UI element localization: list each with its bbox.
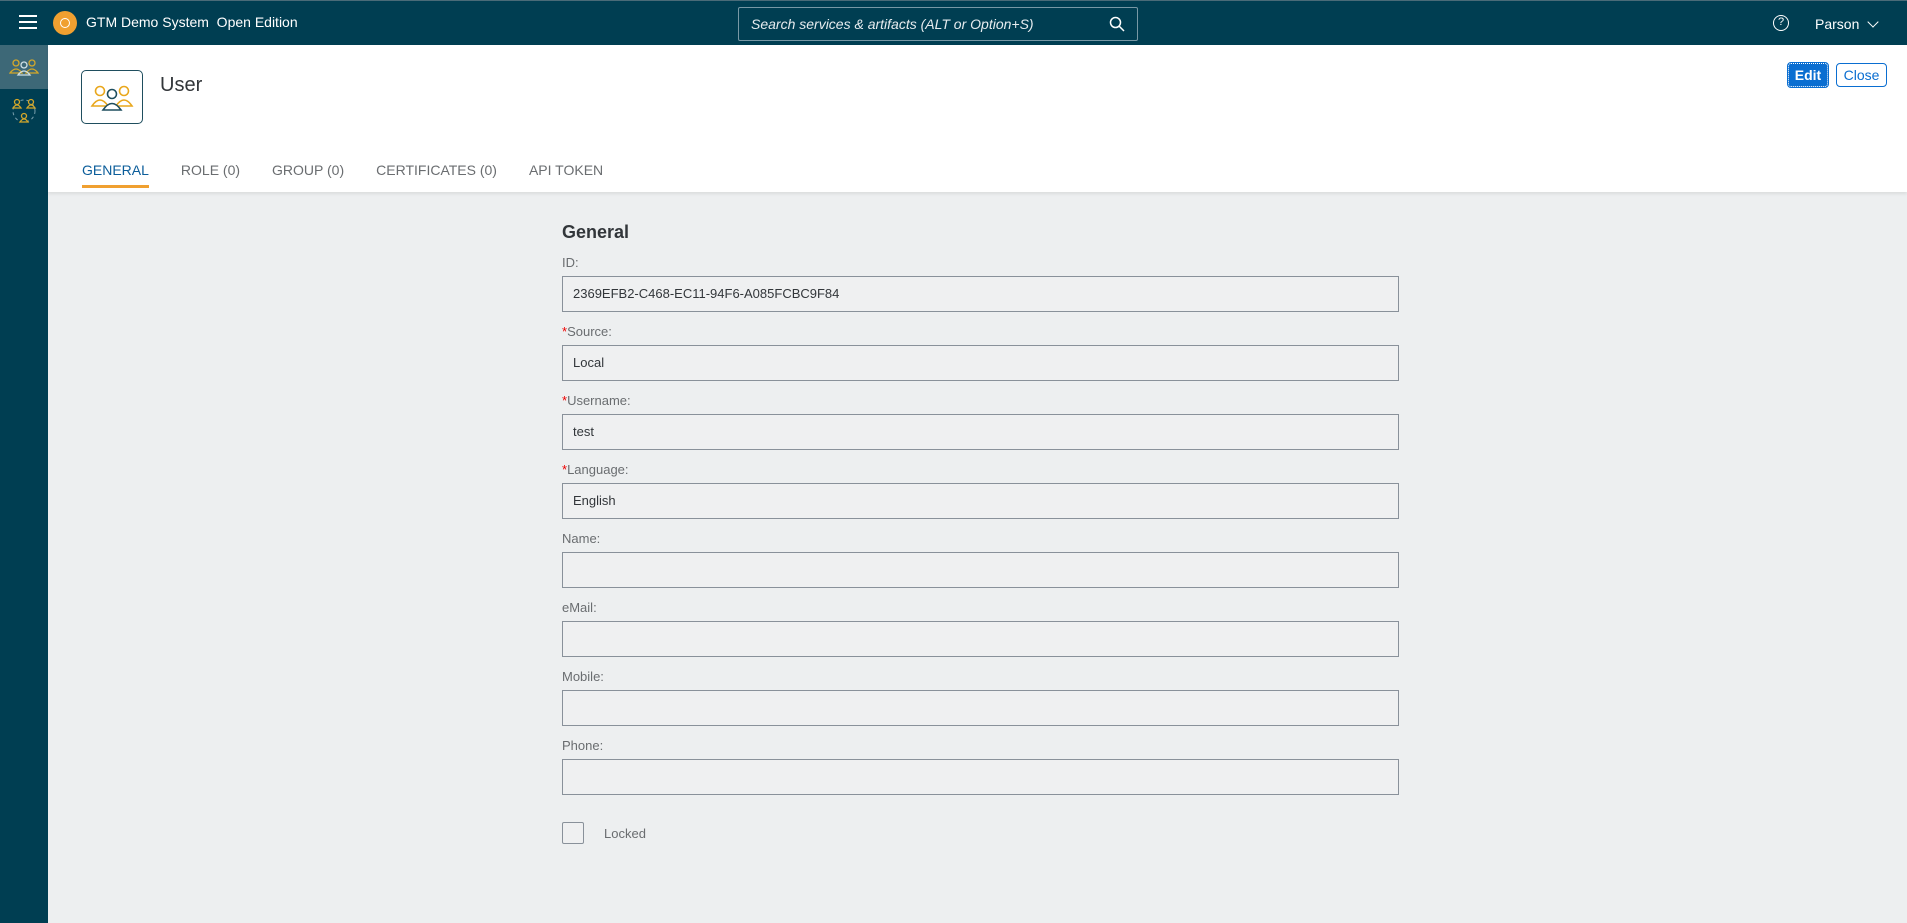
sidenav-item-users[interactable] — [0, 45, 48, 89]
field-label-text: Username: — [567, 393, 631, 408]
field-label-text: Phone: — [562, 738, 604, 753]
field-label: *Username: — [562, 393, 1399, 408]
field-label-text: eMail: — [562, 600, 597, 615]
locked-row: Locked — [562, 822, 1399, 844]
field-username: *Username: test — [562, 393, 1399, 450]
tab-role[interactable]: ROLE (0) — [181, 162, 240, 188]
users-icon — [9, 59, 39, 76]
search-input[interactable]: Search services & artifacts (ALT or Opti… — [738, 7, 1138, 41]
locked-label: Locked — [604, 825, 646, 841]
language-input[interactable]: English — [562, 483, 1399, 519]
email-input[interactable] — [562, 621, 1399, 657]
field-label-text: Language: — [567, 462, 629, 477]
logo-icon — [53, 11, 77, 35]
field-label: eMail: — [562, 600, 1399, 615]
users-icon — [90, 85, 134, 111]
phone-input[interactable] — [562, 759, 1399, 795]
field-mobile: Mobile: — [562, 669, 1399, 726]
page-title: User — [160, 74, 203, 96]
name-input[interactable] — [562, 552, 1399, 588]
source-input[interactable]: Local — [562, 345, 1399, 381]
user-menu[interactable]: Parson — [1815, 16, 1880, 32]
menu-icon[interactable] — [19, 15, 37, 30]
field-label: ID: — [562, 255, 1399, 270]
field-label: Name: — [562, 531, 1399, 546]
group-icon — [11, 98, 37, 123]
field-email: eMail: — [562, 600, 1399, 657]
user-name: Parson — [1815, 16, 1860, 32]
tab-api-token[interactable]: API TOKEN — [529, 162, 603, 188]
mobile-input[interactable] — [562, 690, 1399, 726]
user-object-icon — [81, 70, 143, 124]
field-label-text: Source: — [567, 324, 612, 339]
side-navigation — [0, 45, 48, 923]
section-title: General — [562, 222, 630, 242]
shell-bar: GTM Demo System Open Edition Search serv… — [0, 0, 1907, 45]
app-title: GTM Demo System Open Edition — [86, 14, 298, 30]
field-label: *Source: — [562, 324, 1399, 339]
field-language: *Language: English — [562, 462, 1399, 519]
field-id: ID: 2369EFB2-C468-EC11-94F6-A085FCBC9F84 — [562, 255, 1399, 312]
field-source: *Source: Local — [562, 324, 1399, 381]
tab-general[interactable]: GENERAL — [82, 162, 149, 188]
object-header: User Edit Close GENERAL ROLE (0) GROUP (… — [48, 45, 1907, 192]
field-label: Phone: — [562, 738, 1399, 753]
id-input[interactable]: 2369EFB2-C468-EC11-94F6-A085FCBC9F84 — [562, 276, 1399, 312]
chevron-down-icon — [1867, 16, 1880, 28]
sidenav-item-groups[interactable] — [0, 89, 48, 133]
tab-certificates[interactable]: CERTIFICATES (0) — [376, 162, 497, 188]
edit-button[interactable]: Edit — [1787, 62, 1829, 88]
close-button[interactable]: Close — [1836, 63, 1887, 87]
search-placeholder: Search services & artifacts (ALT or Opti… — [751, 16, 1034, 32]
field-label: Mobile: — [562, 669, 1399, 684]
tab-group[interactable]: GROUP (0) — [272, 162, 344, 188]
tab-bar: GENERAL ROLE (0) GROUP (0) CERTIFICATES … — [82, 162, 603, 188]
username-input[interactable]: test — [562, 414, 1399, 450]
field-name: Name: — [562, 531, 1399, 588]
general-form: General ID: 2369EFB2-C468-EC11-94F6-A085… — [562, 222, 1399, 844]
field-label-text: Mobile: — [562, 669, 604, 684]
locked-checkbox[interactable] — [562, 822, 584, 844]
help-icon[interactable]: ? — [1773, 15, 1789, 31]
search-icon[interactable] — [1109, 16, 1125, 32]
field-phone: Phone: — [562, 738, 1399, 795]
field-label-text: Name: — [562, 531, 601, 546]
field-label-text: ID: — [562, 255, 579, 270]
field-label: *Language: — [562, 462, 1399, 477]
